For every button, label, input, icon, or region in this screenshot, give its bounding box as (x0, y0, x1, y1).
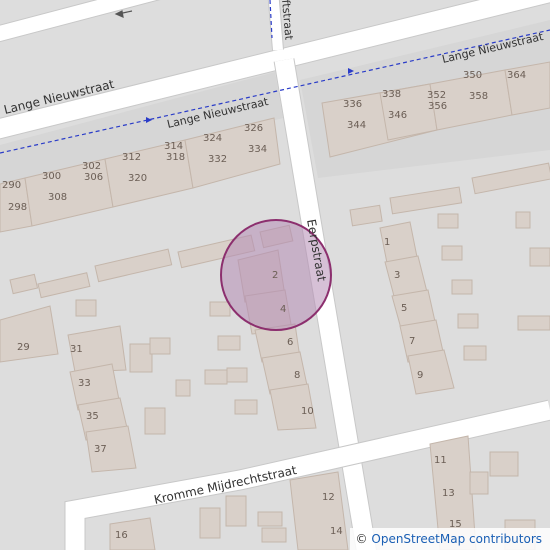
house-number: 334 (248, 144, 267, 155)
house-number: 4 (280, 304, 286, 315)
house-number: 318 (166, 152, 185, 163)
house-number: 7 (409, 336, 415, 347)
house-number: 290 (2, 180, 21, 191)
house-number: 35 (86, 411, 99, 422)
house-number: 11 (434, 455, 447, 466)
house-number: 300 (42, 171, 61, 182)
house-number: 1 (384, 237, 390, 248)
house-number: 364 (507, 70, 526, 81)
house-number: 324 (203, 133, 222, 144)
house-number: 16 (115, 530, 128, 541)
house-number: 6 (287, 337, 293, 348)
house-number: 12 (322, 492, 335, 503)
house-number: 298 (8, 202, 27, 213)
house-number: 346 (388, 110, 407, 121)
house-number: 5 (401, 303, 407, 314)
house-number: 332 (208, 154, 227, 165)
house-number: 33 (78, 378, 91, 389)
map-canvas[interactable]: Lange Nieuwstraat Lange Nieuwstraat Lang… (0, 0, 550, 550)
house-number: 306 (84, 172, 103, 183)
osm-contributors-link[interactable]: OpenStreetMap contributors (371, 532, 542, 546)
house-number: 356 (428, 101, 447, 112)
house-number: 13 (442, 488, 455, 499)
house-number: 37 (94, 444, 107, 455)
house-number: 2 (272, 270, 278, 281)
house-number: 308 (48, 192, 67, 203)
house-number: 10 (301, 406, 314, 417)
house-number: 358 (469, 91, 488, 102)
house-number: 320 (128, 173, 147, 184)
house-number: 326 (244, 123, 263, 134)
house-number: 302 (82, 161, 101, 172)
house-number: 3 (394, 270, 400, 281)
house-number: 314 (164, 141, 183, 152)
house-number: 8 (294, 370, 300, 381)
house-number: 29 (17, 342, 30, 353)
copyright-symbol: © (355, 532, 368, 546)
house-number: 14 (330, 526, 343, 537)
map-attribution: © OpenStreetMap contributors (349, 528, 550, 550)
house-number: 312 (122, 152, 141, 163)
house-number: 338 (382, 89, 401, 100)
house-number: 9 (417, 370, 423, 381)
house-number: 352 (427, 90, 446, 101)
house-number: 31 (70, 344, 83, 355)
house-number: 336 (343, 99, 362, 110)
house-number: 344 (347, 120, 366, 131)
house-number: 350 (463, 70, 482, 81)
